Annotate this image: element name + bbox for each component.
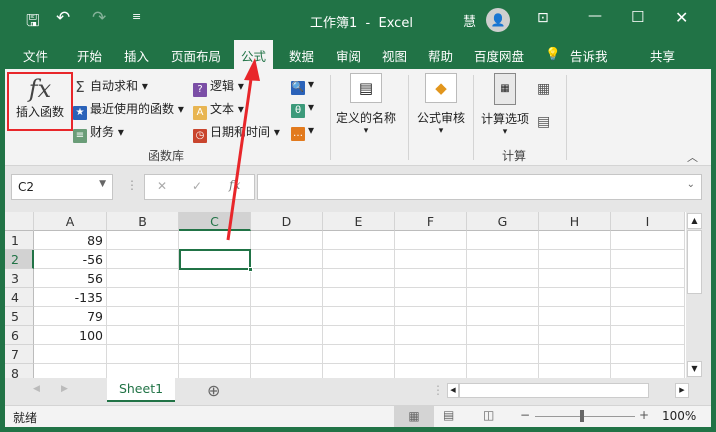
annotation-arrow: [226, 58, 260, 241]
